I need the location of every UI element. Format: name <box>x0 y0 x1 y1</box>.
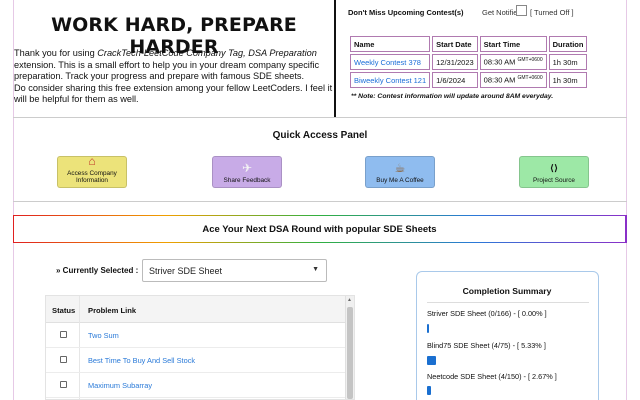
share-feedback-button[interactable]: ✈ Share Feedback <box>212 156 282 188</box>
vertical-divider <box>334 0 336 117</box>
paper-plane-icon: ✈ <box>241 161 253 175</box>
quick-access-title: Quick Access Panel <box>272 130 368 141</box>
notify-status: [ Turned Off ] <box>530 8 574 17</box>
status-checkbox[interactable] <box>60 356 67 363</box>
table-row: Weekly Contest 378 12/31/2023 08:30 AM G… <box>350 54 588 70</box>
project-source-button[interactable]: ⟨⟩ Project Source <box>519 156 589 188</box>
summary-item-neetcode: Neetcode SDE Sheet (4/150) - [ 2.67% ] <box>427 372 557 381</box>
status-checkbox[interactable] <box>60 331 67 338</box>
scrollbar[interactable]: ▲ <box>345 296 354 399</box>
col-duration: Duration <box>548 36 588 52</box>
divider <box>13 201 627 202</box>
progress-bar-blind75 <box>427 356 436 365</box>
notify-checkbox[interactable] <box>516 5 527 16</box>
progress-bar-neetcode <box>427 386 431 395</box>
col-status: Status <box>52 306 76 315</box>
col-start-time: Start Time <box>479 36 547 52</box>
col-problem-link: Problem Link <box>88 306 137 315</box>
divider <box>427 302 589 303</box>
problem-link[interactable]: Maximum Subarray <box>88 381 152 390</box>
col-start-date: Start Date <box>432 36 478 52</box>
contest-section: Don't Miss Upcoming Contest(s) Get Notif… <box>348 0 628 117</box>
scroll-up-icon[interactable]: ▲ <box>347 297 352 303</box>
extension-name: CrackTech-LeetCode Company Tag, DSA Prep… <box>97 48 317 58</box>
building-icon: ⌂ <box>88 154 96 168</box>
share-text: Do consider sharing this free extension … <box>14 82 333 105</box>
contest-note: ** Note: Contest information will update… <box>351 93 554 100</box>
col-name: Name <box>350 36 431 52</box>
buy-coffee-button[interactable]: ☕ Buy Me A Coffee <box>365 156 435 188</box>
table-row: Best Time To Buy And Sell Stock <box>46 348 346 373</box>
coffee-icon: ☕ <box>394 161 406 175</box>
completion-summary: Completion Summary Striver SDE Sheet (0/… <box>416 271 599 400</box>
progress-bar-striver <box>427 324 429 333</box>
table-row: Maximum Subarray <box>46 373 346 398</box>
table-row: Two Sum <box>46 323 346 348</box>
problem-link[interactable]: Best Time To Buy And Sell Stock <box>88 356 195 365</box>
summary-item-striver: Striver SDE Sheet (0/166) - [ 0.00% ] <box>427 309 547 318</box>
intro-text: Thank you for using CrackTech-LeetCode C… <box>14 48 333 105</box>
chevron-down-icon: ▼ <box>312 266 319 273</box>
table-header-row: Name Start Date Start Time Duration <box>350 36 588 52</box>
problem-link[interactable]: Two Sum <box>88 331 119 340</box>
scrollbar-thumb[interactable] <box>347 307 353 399</box>
divider <box>13 117 627 118</box>
table-header-row: Status Problem Link <box>46 296 346 323</box>
contest-link[interactable]: Weekly Contest 378 <box>350 54 431 70</box>
access-company-button[interactable]: ⌂ Access Company Information <box>57 154 127 188</box>
table-row: Biweekly Contest 121 1/6/2024 08:30 AM G… <box>350 72 588 88</box>
contest-title: Don't Miss Upcoming Contest(s) <box>348 8 464 17</box>
contest-table: Name Start Date Start Time Duration Week… <box>348 34 589 90</box>
sde-sheets-banner: Ace Your Next DSA Round with popular SDE… <box>13 215 627 243</box>
sheet-select[interactable]: Striver SDE Sheet ▼ <box>142 259 327 282</box>
summary-title: Completion Summary <box>462 286 552 296</box>
currently-selected-label: » Currently Selected : <box>56 266 139 275</box>
code-file-icon: ⟨⟩ <box>549 163 559 173</box>
problems-table: Status Problem Link Two Sum Best Time To… <box>45 295 355 400</box>
summary-item-blind75: Blind75 SDE Sheet (4/75) - [ 5.33% ] <box>427 341 546 350</box>
contest-link[interactable]: Biweekly Contest 121 <box>350 72 431 88</box>
status-checkbox[interactable] <box>60 381 67 388</box>
